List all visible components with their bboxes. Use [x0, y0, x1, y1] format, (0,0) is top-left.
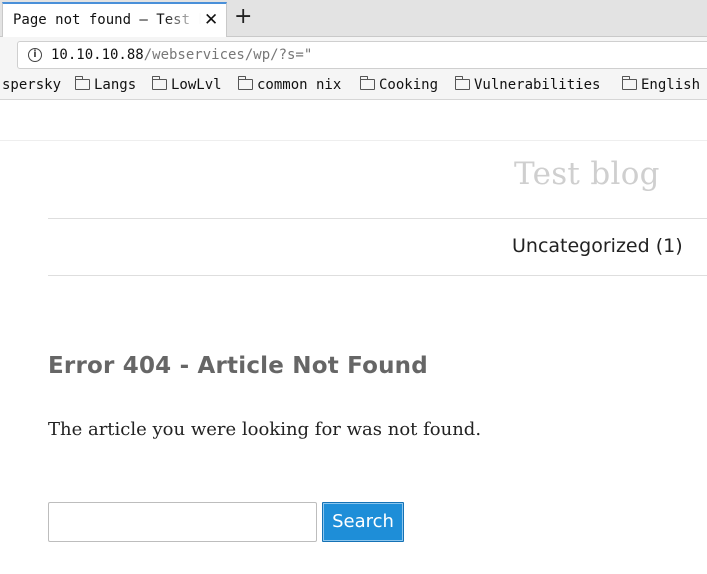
bookmark-label: common nix: [257, 77, 342, 93]
tab-title[interactable]: Page not found – Test blog: [13, 12, 201, 28]
folder-icon: [238, 76, 253, 90]
menu-divider-top: [48, 218, 707, 219]
folder-icon: [75, 76, 90, 90]
search-input[interactable]: [48, 502, 317, 542]
folder-icon: [152, 76, 167, 90]
site-title[interactable]: Test blog: [514, 156, 660, 192]
page-title: Error 404 - Article Not Found: [48, 353, 428, 379]
menu-divider-bottom: [48, 275, 707, 276]
bookmarks-toolbar: spersky Langs LowLvl common nix Cooking …: [0, 73, 707, 100]
bookmark-folder-common-nix[interactable]: common nix: [238, 76, 342, 93]
info-icon[interactable]: i: [28, 48, 42, 62]
url-path: /webservices/wp/?s=": [143, 47, 313, 63]
url-text[interactable]: 10.10.10.88/webservices/wp/?s=": [51, 47, 312, 63]
tab-strip: Page not found – Test blog ✕ +: [0, 0, 707, 37]
bookmark-label: spersky: [2, 77, 62, 93]
menu-item-uncategorized[interactable]: Uncategorized (1): [512, 235, 683, 257]
url-host: 10.10.10.88: [51, 47, 144, 63]
bookmark-folder-english[interactable]: English: [622, 76, 701, 93]
header-divider: [0, 140, 707, 141]
bookmark-folder-vulnerabilities[interactable]: Vulnerabilities: [455, 76, 601, 93]
search-button[interactable]: Search: [322, 502, 404, 542]
bookmark-label: Langs: [94, 77, 137, 93]
bookmark-folder-lowlvl[interactable]: LowLvl: [152, 76, 222, 93]
bookmark-folder-cooking[interactable]: Cooking: [360, 76, 439, 93]
bookmark-label: LowLvl: [171, 77, 222, 93]
new-tab-icon[interactable]: +: [234, 4, 252, 29]
folder-icon: [455, 76, 470, 90]
close-tab-icon[interactable]: ✕: [204, 10, 218, 30]
error-message: The article you were looking for was not…: [48, 419, 482, 440]
address-bar[interactable]: i 10.10.10.88/webservices/wp/?s=": [17, 41, 707, 69]
bookmark-label: Vulnerabilities: [474, 77, 601, 93]
active-tab[interactable]: Page not found – Test blog ✕: [2, 2, 227, 37]
bookmark-label: Cooking: [379, 77, 439, 93]
folder-icon: [360, 76, 375, 90]
bookmark-folder-langs[interactable]: Langs: [75, 76, 137, 93]
bookmark-kaspersky[interactable]: spersky: [2, 77, 61, 93]
folder-icon: [622, 76, 637, 90]
bookmark-label: English: [641, 77, 701, 93]
navigation-bar: i 10.10.10.88/webservices/wp/?s=": [0, 37, 707, 73]
